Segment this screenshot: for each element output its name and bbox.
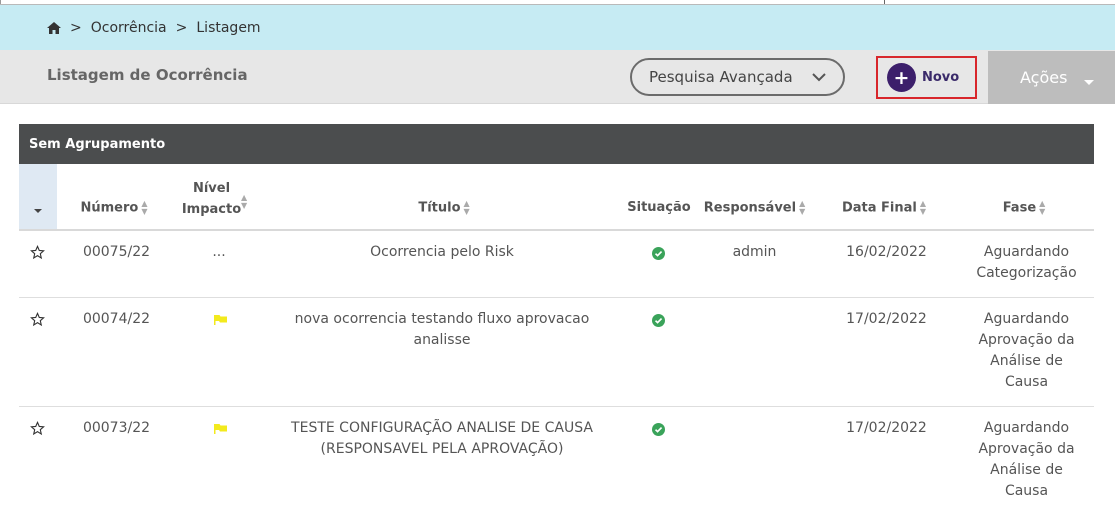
- new-label: Novo: [922, 70, 960, 85]
- advanced-search-label: Pesquisa Avançada: [649, 68, 793, 86]
- sort-icon: ▲ ▼: [1039, 199, 1046, 216]
- cell-data-final: 16/02/2022: [846, 244, 927, 260]
- column-header-data-final[interactable]: Data Final ▲ ▼: [834, 200, 934, 216]
- table-header: Número ▲ ▼ Nível Impacto ▲ ▼ Título ▲ ▼ Situa…: [19, 164, 1094, 231]
- breadcrumb-ocorrencia[interactable]: Ocorrência: [91, 20, 167, 36]
- breadcrumb-separator: >: [70, 19, 82, 36]
- actions-button[interactable]: Ações: [988, 51, 1115, 104]
- flag-icon: [214, 424, 227, 434]
- plus-icon: +: [887, 63, 916, 92]
- table-row[interactable]: 00074/22 nova ocorrencia testando fluxo …: [19, 298, 1094, 407]
- sort-icon: ▲ ▼: [919, 199, 927, 216]
- actions-label: Ações: [1020, 68, 1068, 87]
- cell-fase: Aguardando Aprovação da Análise de Causa: [978, 420, 1075, 499]
- advanced-search-button[interactable]: Pesquisa Avançada: [630, 58, 845, 96]
- group-label: Sem Agrupamento: [29, 136, 166, 152]
- column-header-fase[interactable]: Fase ▲ ▼: [984, 200, 1064, 216]
- home-icon[interactable]: [47, 21, 61, 34]
- cell-fase: Aguardando Categorização: [976, 244, 1077, 281]
- table-row[interactable]: 00075/22 ... Ocorrencia pelo Risk admin …: [19, 231, 1094, 298]
- cell-responsavel: admin: [732, 244, 777, 260]
- select-all-toggle[interactable]: [19, 164, 57, 229]
- star-outline-icon[interactable]: [30, 312, 45, 327]
- cell-numero: 00073/22: [82, 420, 151, 436]
- cell-data-final: 17/02/2022: [846, 311, 927, 327]
- cell-data-final: 17/02/2022: [846, 420, 927, 436]
- page-header: Listagem de Ocorrência Pesquisa Avançada…: [0, 50, 1115, 104]
- breadcrumb: > Ocorrência > Listagem: [0, 5, 1115, 50]
- check-circle-icon: [652, 247, 665, 260]
- star-outline-icon[interactable]: [30, 245, 45, 260]
- cell-titulo[interactable]: TESTE CONFIGURAÇÃO ANALISE DE CAUSA (RES…: [267, 418, 617, 460]
- cell-numero: 00075/22: [82, 244, 151, 260]
- cell-fase: Aguardando Aprovação da Análise de Causa: [978, 311, 1075, 390]
- check-circle-icon: [652, 423, 665, 436]
- group-bar: Sem Agrupamento: [19, 124, 1094, 164]
- chevron-down-icon: [812, 73, 826, 82]
- new-button[interactable]: + Novo: [876, 56, 977, 99]
- sort-icon: ▲ ▼: [141, 199, 148, 216]
- star-outline-icon[interactable]: [30, 421, 45, 436]
- column-header-responsavel[interactable]: Responsável ▲ ▼: [702, 200, 807, 216]
- caret-down-icon: [34, 209, 42, 213]
- breadcrumb-listagem: Listagem: [196, 19, 261, 36]
- column-header-situacao: Situação: [627, 200, 691, 215]
- cell-numero: 00074/22: [82, 311, 151, 327]
- cell-nivel: ...: [212, 244, 226, 260]
- page-title: Listagem de Ocorrência: [47, 66, 248, 84]
- breadcrumb-separator: >: [175, 19, 188, 36]
- column-header-nivel[interactable]: Nível Impacto: [179, 178, 244, 220]
- column-header-titulo[interactable]: Título ▲ ▼: [389, 200, 499, 216]
- cell-titulo[interactable]: Ocorrencia pelo Risk: [267, 242, 617, 263]
- caret-down-icon: [1084, 80, 1094, 85]
- sort-icon: ▲ ▼: [463, 199, 470, 216]
- column-header-numero[interactable]: Número ▲ ▼: [79, 200, 149, 216]
- sort-icon: ▲ ▼: [241, 193, 248, 210]
- table-row[interactable]: 00073/22 TESTE CONFIGURAÇÃO ANALISE DE C…: [19, 407, 1094, 514]
- sort-icon: ▲ ▼: [799, 199, 806, 216]
- cell-titulo[interactable]: nova ocorrencia testando fluxo aprovacao…: [267, 309, 617, 351]
- check-circle-icon: [652, 314, 665, 327]
- flag-icon: [214, 315, 227, 325]
